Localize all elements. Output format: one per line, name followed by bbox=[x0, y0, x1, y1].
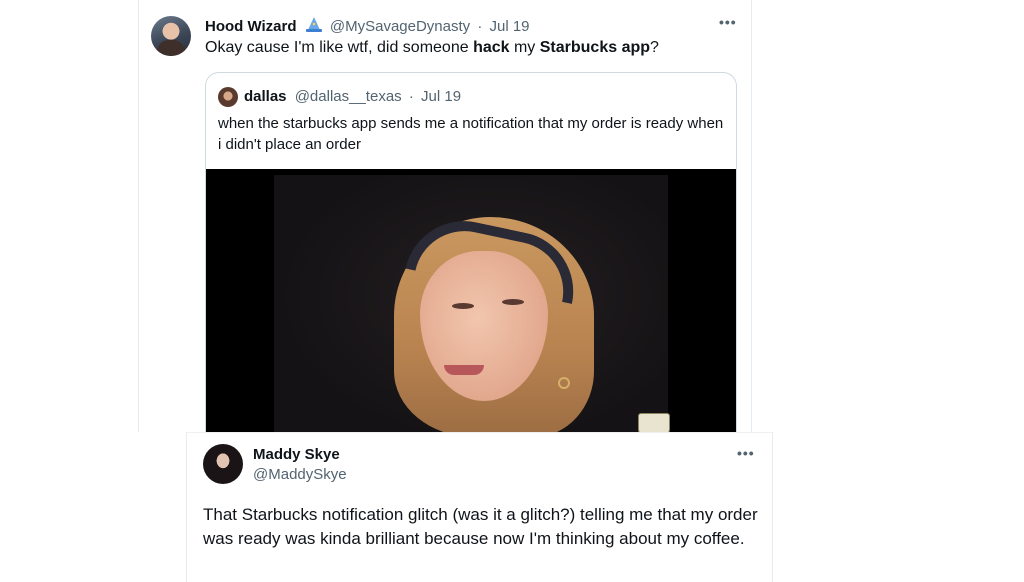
avatar[interactable] bbox=[151, 16, 191, 56]
author-name[interactable]: dallas bbox=[244, 88, 287, 105]
author-name[interactable]: Hood Wizard bbox=[205, 18, 297, 35]
avatar[interactable] bbox=[203, 444, 243, 484]
author-handle[interactable]: @dallas__texas bbox=[295, 88, 402, 105]
main-tweet[interactable]: Hood Wizard @MySavageDynasty · Jul 19 ••… bbox=[138, 0, 752, 452]
eye-shape bbox=[502, 299, 524, 305]
author-handle[interactable]: @MaddySkye bbox=[253, 466, 347, 483]
earring-shape bbox=[558, 377, 570, 389]
reply-tweet-text: That Starbucks notification glitch (was … bbox=[203, 505, 758, 548]
more-options-icon[interactable]: ••• bbox=[719, 14, 737, 30]
tweet-date[interactable]: Jul 19 bbox=[490, 18, 530, 35]
separator-dot: · bbox=[477, 18, 483, 35]
mouth-shape bbox=[444, 365, 484, 375]
tweet-text: Okay cause I'm like wtf, did someone hac… bbox=[205, 39, 659, 56]
author-name[interactable]: Maddy Skye bbox=[253, 446, 340, 463]
video-still-image bbox=[274, 175, 668, 445]
wizard-hat-icon bbox=[305, 17, 322, 32]
eye-shape bbox=[452, 303, 474, 309]
separator-dot: · bbox=[408, 88, 414, 105]
avatar[interactable] bbox=[218, 87, 238, 107]
quoted-tweet[interactable]: dallas @dallas__texas · Jul 19 when the … bbox=[205, 72, 737, 452]
more-options-icon[interactable]: ••• bbox=[737, 445, 755, 461]
author-handle[interactable]: @MySavageDynasty bbox=[330, 18, 470, 35]
video-media[interactable] bbox=[206, 169, 736, 451]
quoted-tweet-text: when the starbucks app sends me a notifi… bbox=[218, 115, 724, 153]
reply-tweet[interactable]: Maddy Skye @MaddySkye ••• That Starbucks… bbox=[186, 432, 773, 582]
tweet-date[interactable]: Jul 19 bbox=[421, 88, 461, 105]
tweet-header: Hood Wizard @MySavageDynasty · Jul 19 bbox=[205, 17, 530, 35]
quoted-tweet-header: dallas @dallas__texas · Jul 19 bbox=[244, 88, 461, 105]
